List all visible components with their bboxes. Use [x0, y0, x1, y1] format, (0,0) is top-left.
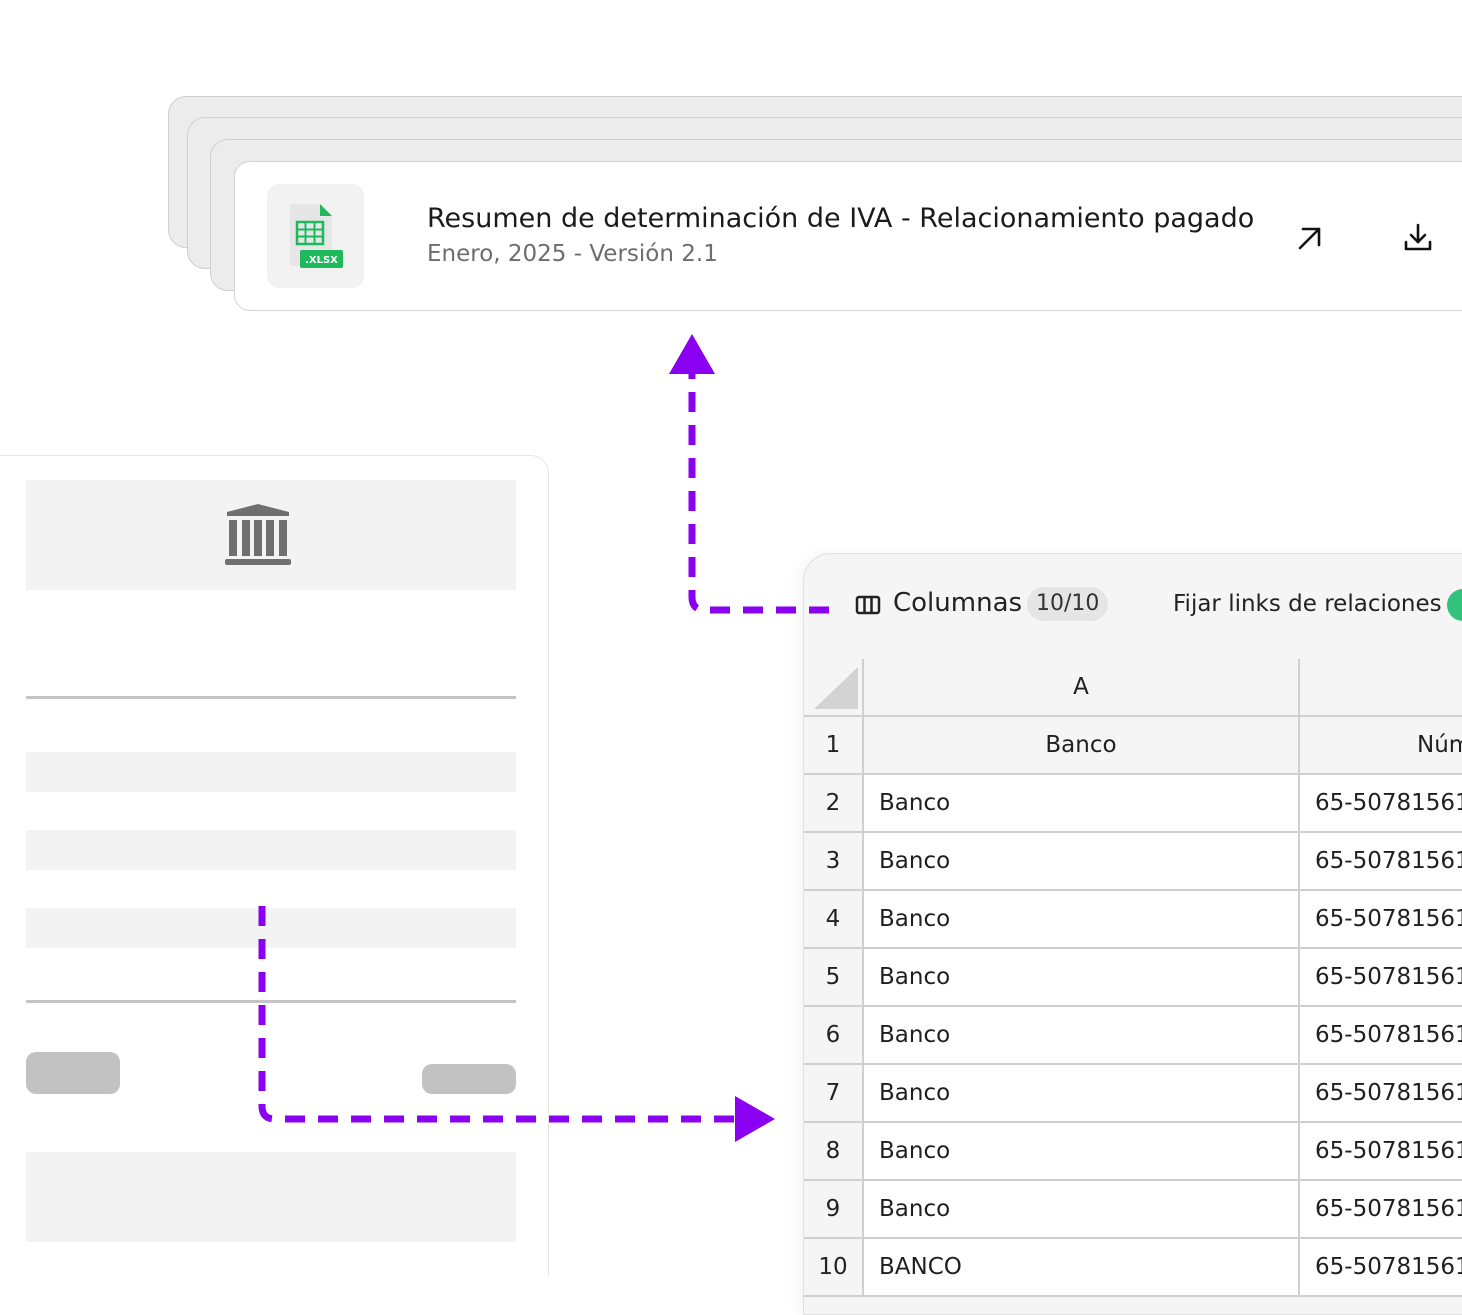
table-row: 5 Banco 65-50781561	[804, 949, 1462, 1007]
table-cell[interactable]: Banco	[864, 949, 1300, 1007]
row-number[interactable]: 5	[804, 949, 864, 1007]
bank-header	[26, 480, 516, 590]
table-cell[interactable]: 65-50781561	[1300, 1065, 1462, 1123]
arrowhead-right	[735, 1096, 775, 1142]
table-row: 4 Banco 65-50781561	[804, 891, 1462, 949]
file-subtitle: Enero, 2025 - Versión 2.1	[427, 241, 718, 267]
file-card[interactable]: .XLSX Resumen de determinación de IVA - …	[234, 161, 1462, 311]
column-header-a[interactable]: A	[864, 659, 1300, 717]
row-number[interactable]: 10	[804, 1239, 864, 1297]
form-pill-left	[26, 1052, 120, 1094]
table-row: 10 BANCO 65-50781561	[804, 1239, 1462, 1297]
form-divider-bottom	[26, 1000, 516, 1003]
row-number[interactable]: 1	[804, 717, 864, 775]
row-number[interactable]: 4	[804, 891, 864, 949]
header-cell[interactable]: Núm	[1300, 717, 1462, 775]
row-number[interactable]: 9	[804, 1181, 864, 1239]
table-row: 6 Banco 65-50781561	[804, 1007, 1462, 1065]
table-cell[interactable]: BANCO	[864, 1239, 1300, 1297]
open-file-button[interactable]	[1290, 218, 1330, 258]
row-number[interactable]: 8	[804, 1123, 864, 1181]
table-cell[interactable]: 65-50781561	[1300, 1123, 1462, 1181]
form-field-placeholder	[26, 830, 516, 870]
bank-icon	[225, 504, 291, 565]
table-cell[interactable]: Banco	[864, 891, 1300, 949]
form-footer-placeholder	[26, 1152, 516, 1242]
spreadsheet-panel: Columnas 10/10 Fijar links de relaciones…	[803, 553, 1462, 1315]
columns-count-badge: 10/10	[1027, 587, 1109, 621]
form-pill-right	[422, 1064, 516, 1094]
table-header-row: 1 Banco Núm	[804, 717, 1462, 775]
xlsx-file-icon: .XLSX	[267, 184, 364, 288]
pin-links-label: Fijar links de relaciones	[1173, 591, 1442, 617]
arrowhead-up	[669, 334, 715, 374]
form-divider-top	[26, 696, 516, 699]
table-cell[interactable]: Banco	[864, 1065, 1300, 1123]
row-number[interactable]: 3	[804, 833, 864, 891]
arrow-up-right-icon	[1298, 227, 1321, 250]
table-row: 9 Banco 65-50781561	[804, 1181, 1462, 1239]
table-cell[interactable]: Banco	[864, 1181, 1300, 1239]
table-cell[interactable]: 65-50781561	[1300, 775, 1462, 833]
row-number[interactable]: 2	[804, 775, 864, 833]
table-cell[interactable]: Banco	[864, 1123, 1300, 1181]
row-number[interactable]: 6	[804, 1007, 864, 1065]
table-row: 3 Banco 65-50781561	[804, 833, 1462, 891]
column-header-b[interactable]	[1300, 659, 1462, 717]
table-row: 8 Banco 65-50781561	[804, 1123, 1462, 1181]
table-row: 2 Banco 65-50781561	[804, 775, 1462, 833]
table-cell[interactable]: 65-50781561	[1300, 1007, 1462, 1065]
columns-button[interactable]: Columnas	[893, 588, 1022, 618]
select-all-corner[interactable]	[804, 659, 864, 717]
download-icon	[1404, 223, 1432, 251]
corner-triangle-icon	[814, 667, 858, 709]
download-button[interactable]	[1398, 218, 1438, 258]
form-field-placeholder	[26, 752, 516, 792]
pin-links-toggle[interactable]	[1447, 589, 1462, 621]
table-cell[interactable]: 65-50781561	[1300, 891, 1462, 949]
table-cell[interactable]: Banco	[864, 833, 1300, 891]
table-cell[interactable]: Banco	[864, 1007, 1300, 1065]
sheet-toolbar: Columnas 10/10 Fijar links de relaciones	[804, 554, 1462, 657]
table-cell[interactable]: 65-50781561	[1300, 1181, 1462, 1239]
table-cell[interactable]: 65-50781561	[1300, 1239, 1462, 1297]
header-cell[interactable]: Banco	[864, 717, 1300, 775]
table-cell[interactable]: Banco	[864, 775, 1300, 833]
xlsx-badge: .XLSX	[305, 255, 338, 266]
form-field-placeholder	[26, 908, 516, 948]
table-row: 7 Banco 65-50781561	[804, 1065, 1462, 1123]
row-number[interactable]: 7	[804, 1065, 864, 1123]
table-cell[interactable]: 65-50781561	[1300, 949, 1462, 1007]
file-title: Resumen de determinación de IVA - Relaci…	[427, 203, 1255, 234]
columns-icon[interactable]	[855, 594, 881, 616]
table-cell[interactable]: 65-50781561	[1300, 833, 1462, 891]
column-letters-row: A	[804, 659, 1462, 717]
